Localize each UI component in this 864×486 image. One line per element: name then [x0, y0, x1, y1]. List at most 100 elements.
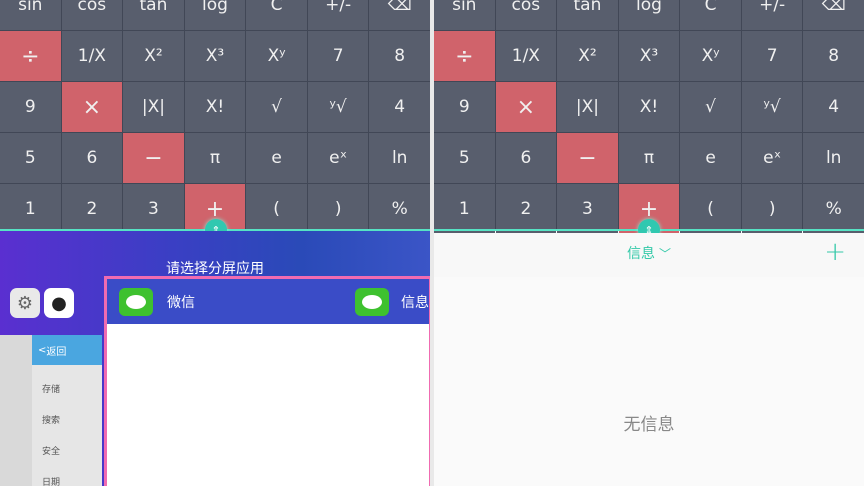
calc-key-9[interactable]: X²	[557, 31, 618, 81]
calc-key-0[interactable]: sin	[0, 0, 61, 30]
calc-key-15[interactable]: ×	[495, 82, 557, 132]
calc-key-18[interactable]: √	[246, 82, 307, 132]
calc-key-24[interactable]: π	[184, 133, 246, 183]
calc-key-21[interactable]: 5	[434, 133, 495, 183]
calc-key-28[interactable]: 1	[434, 184, 495, 234]
calc-key-20[interactable]: 4	[803, 82, 864, 132]
calc-key-30[interactable]: 3	[123, 184, 184, 234]
settings-list-item: 日期	[42, 478, 61, 486]
split-app-chooser: 请选择分屏应用 ⚙ ● < 返回 存储搜索安全日期 微信 信息	[0, 231, 430, 486]
calc-key-13[interactable]: 8	[803, 31, 864, 81]
left-split-pane: sin cos tan log C +/- ⌫ ÷ 1/X X² X³ Xʸ 7 8 9 × |X| X! √ ʸ√ 4…	[0, 0, 430, 486]
wechat-card-preview[interactable]	[107, 324, 347, 486]
calc-key-17[interactable]: X!	[618, 82, 680, 132]
calc-key-22[interactable]: 6	[61, 133, 123, 183]
calc-key-28[interactable]: 1	[0, 184, 61, 234]
calc-key-0[interactable]: sin	[434, 0, 495, 30]
calc-key-1[interactable]: cos	[61, 0, 123, 30]
settings-list-item: 安全	[42, 447, 61, 457]
calc-key-6[interactable]: ⌫	[803, 0, 864, 30]
settings-list-item: 存储	[42, 385, 61, 395]
messages-app-card[interactable]: 信息	[347, 279, 429, 486]
calc-key-17[interactable]: X!	[184, 82, 246, 132]
calc-key-2[interactable]: tan	[123, 0, 184, 30]
wechat-label: 微信	[167, 294, 195, 311]
calc-key-22[interactable]: 6	[495, 133, 557, 183]
calc-key-18[interactable]: √	[680, 82, 741, 132]
calc-key-26[interactable]: eˣ	[307, 133, 369, 183]
calculator-keypad: sin cos tan log C +/- ⌫ ÷ 1/X X² X³ Xʸ 7 8 9 × |X| X! √ ʸ√ 4…	[434, 0, 864, 260]
back-button[interactable]: < 返回	[32, 335, 102, 365]
new-message-plus-icon[interactable]: +	[824, 237, 846, 267]
messages-label: 信息	[401, 294, 429, 311]
chooser-title: 请选择分屏应用	[166, 261, 264, 277]
calc-key-4[interactable]: C	[680, 0, 741, 30]
messages-title-dropdown[interactable]: 信息 ﹀	[434, 243, 864, 263]
wechat-icon	[119, 287, 153, 316]
calc-key-12[interactable]: 7	[741, 31, 803, 81]
calc-key-25[interactable]: e	[246, 133, 307, 183]
settings-list-item: 搜索	[42, 416, 61, 426]
selected-app-card[interactable]: 微信 信息	[104, 276, 430, 486]
calc-key-8[interactable]: 1/X	[495, 31, 557, 81]
calc-key-3[interactable]: log	[184, 0, 246, 30]
messages-icon	[355, 287, 389, 316]
calc-key-6[interactable]: ⌫	[369, 0, 430, 30]
calc-key-34[interactable]: %	[369, 184, 430, 234]
calc-key-7[interactable]: ÷	[434, 31, 495, 81]
calculator-keypad: sin cos tan log C +/- ⌫ ÷ 1/X X² X³ Xʸ 7 8 9 × |X| X! √ ʸ√ 4…	[0, 0, 430, 260]
calc-key-34[interactable]: %	[803, 184, 864, 234]
calc-key-32[interactable]: (	[246, 184, 307, 234]
calc-key-9[interactable]: X²	[123, 31, 184, 81]
messages-card-header[interactable]: 信息	[347, 279, 429, 324]
settings-gear-icon[interactable]: ⚙	[10, 288, 40, 318]
calc-key-20[interactable]: 4	[369, 82, 430, 132]
messages-title: 信息	[626, 246, 655, 262]
calc-key-29[interactable]: 2	[495, 184, 557, 234]
calc-key-8[interactable]: 1/X	[61, 31, 123, 81]
empty-state-text: 无信息	[623, 415, 675, 435]
calc-key-12[interactable]: 7	[307, 31, 369, 81]
calc-key-16[interactable]: |X|	[557, 82, 618, 132]
calc-key-1[interactable]: cos	[495, 0, 557, 30]
qq-penguin-icon[interactable]: ●	[44, 288, 74, 318]
calc-key-3[interactable]: log	[618, 0, 680, 30]
calc-key-7[interactable]: ÷	[0, 31, 61, 81]
calc-key-15[interactable]: ×	[61, 82, 123, 132]
calc-key-24[interactable]: π	[618, 133, 680, 183]
wechat-card-header[interactable]: 微信	[107, 279, 347, 324]
calc-key-26[interactable]: eˣ	[741, 133, 803, 183]
recent-app-icons: ⚙ ●	[10, 288, 74, 318]
calc-key-16[interactable]: |X|	[123, 82, 184, 132]
right-split-pane: sin cos tan log C +/- ⌫ ÷ 1/X X² X³ Xʸ 7 8 9 × |X| X! √ ʸ√ 4…	[434, 0, 864, 486]
calc-key-10[interactable]: X³	[184, 31, 246, 81]
back-label: 返回	[46, 346, 67, 358]
calc-key-33[interactable]: )	[307, 184, 369, 234]
calc-key-11[interactable]: Xʸ	[680, 31, 741, 81]
calc-key-33[interactable]: )	[741, 184, 803, 234]
calc-key-10[interactable]: X³	[618, 31, 680, 81]
calc-key-29[interactable]: 2	[61, 184, 123, 234]
calc-key-2[interactable]: tan	[557, 0, 618, 30]
calc-key-14[interactable]: 9	[434, 82, 495, 132]
calc-key-11[interactable]: Xʸ	[246, 31, 307, 81]
chevron-down-icon: ﹀	[658, 247, 671, 261]
background-settings-card[interactable]: < 返回 存储搜索安全日期	[32, 335, 102, 486]
calc-key-23[interactable]: −	[557, 133, 618, 183]
calc-key-5[interactable]: +/-	[307, 0, 369, 30]
messages-header: 信息 ﹀ +	[434, 233, 864, 277]
calc-key-30[interactable]: 3	[557, 184, 618, 234]
calc-key-23[interactable]: −	[123, 133, 184, 183]
calc-key-5[interactable]: +/-	[741, 0, 803, 30]
calc-key-19[interactable]: ʸ√	[741, 82, 803, 132]
calc-key-19[interactable]: ʸ√	[307, 82, 369, 132]
calc-key-27[interactable]: ln	[803, 133, 864, 183]
calc-key-25[interactable]: e	[680, 133, 741, 183]
calc-key-27[interactable]: ln	[369, 133, 430, 183]
calc-key-32[interactable]: (	[680, 184, 741, 234]
background-settings-list: 存储 搜索 安全 日期	[10, 375, 60, 486]
calc-key-4[interactable]: C	[246, 0, 307, 30]
calc-key-21[interactable]: 5	[0, 133, 61, 183]
calc-key-14[interactable]: 9	[0, 82, 61, 132]
calc-key-13[interactable]: 8	[369, 31, 430, 81]
